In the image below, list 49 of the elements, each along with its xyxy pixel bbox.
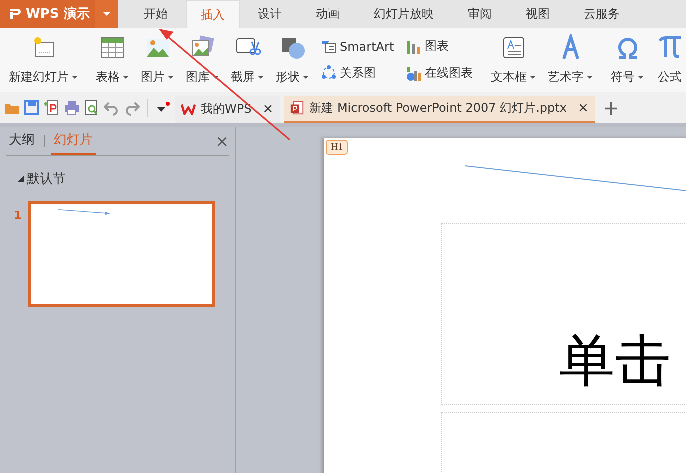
smartart-icon [321,38,337,54]
menu-tab[interactable]: 幻灯片放映 [358,0,450,28]
ribbon-button[interactable]: 形状 [273,32,312,88]
ribbon-button[interactable]: 新建幻灯片 [6,32,81,88]
close-tab-button[interactable]: × [578,101,589,116]
relation-icon [321,65,337,81]
menu-tab[interactable]: 插入 [186,0,240,28]
undo-icon[interactable] [104,100,120,116]
chart-icon [406,38,422,54]
menu-tab[interactable]: 视图 [510,0,566,28]
menu-tab[interactable]: 审阅 [452,0,508,28]
online-chart-icon [406,66,422,82]
ribbon-button[interactable]: 艺术字 [545,32,596,88]
wps-logo-icon [181,102,196,117]
ribbon-button[interactable]: 表格 [93,32,132,88]
ribbon-button[interactable]: 截屏 [228,32,267,88]
redo-icon[interactable] [124,100,140,116]
document-tab[interactable]: 新建 Microsoft PowerPoint 2007 幻灯片.pptx × [284,96,595,123]
ribbon-button[interactable]: 文本框 [488,32,540,88]
ribbon-button[interactable]: 图片 [138,32,177,88]
app-dropdown-button[interactable] [95,0,118,28]
ribbon-button[interactable]: 在线图表 [406,65,474,82]
document-tab[interactable]: 我的WPS × [175,96,280,123]
print-preview-icon[interactable] [84,100,100,116]
slide-thumbnail[interactable] [28,201,215,307]
save-icon[interactable] [24,100,40,116]
slide-number: 1 [14,209,22,222]
new-tab-button[interactable]: + [602,98,620,118]
ribbon-button[interactable]: 关系图 [321,64,394,82]
ribbon-button[interactable]: 符号 [608,32,648,88]
ribbon-button[interactable]: 图库 [183,32,222,88]
pdf-export-icon[interactable] [44,100,60,116]
ribbon-button[interactable]: SmartArt [321,38,394,54]
close-panel-button[interactable]: × [216,132,229,150]
ribbon-button[interactable]: 公式 [653,32,686,88]
menu-tab[interactable]: 开始 [128,0,184,28]
section-header[interactable]: 默认节 [18,170,66,188]
print-icon[interactable] [64,100,80,116]
presentation-file-icon [290,101,305,116]
app-menu-button[interactable]: WPS 演示 [0,0,95,28]
menu-tab[interactable]: 动画 [300,0,356,28]
menu-tab[interactable]: 设计 [242,0,298,28]
panel-tab[interactable]: 大纲 [6,127,38,155]
menu-tab[interactable]: 云服务 [568,0,636,28]
heading-badge: H1 [326,140,348,155]
close-tab-button[interactable]: × [262,102,274,117]
title-placeholder[interactable]: 单击 [441,223,686,405]
logo-icon [8,7,22,21]
ribbon-button[interactable]: 图表 [406,38,474,55]
